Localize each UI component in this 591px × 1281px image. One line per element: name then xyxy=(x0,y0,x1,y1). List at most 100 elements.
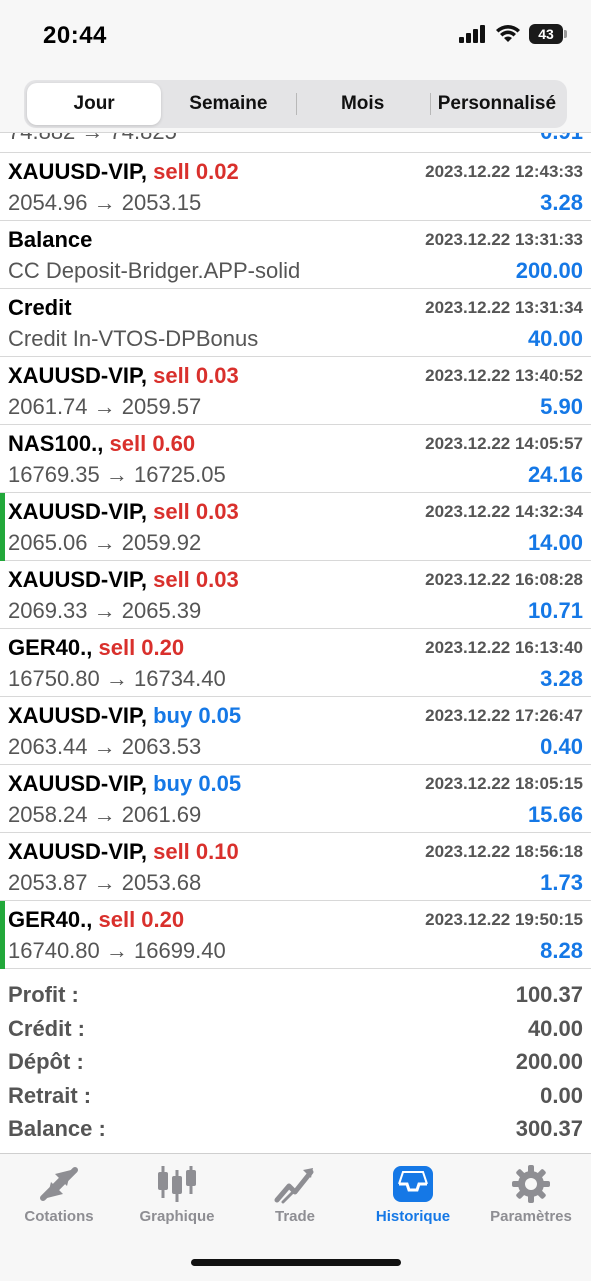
list-item[interactable]: XAUUSD-VIP, sell 0.03 2023.12.22 16:08:28… xyxy=(0,561,591,629)
summary-label: Crédit : xyxy=(8,1015,85,1041)
item-amount: 15.66 xyxy=(527,802,583,827)
item-amount: 5.90 xyxy=(540,394,583,419)
item-desc: 16740.80 → 16699.40 xyxy=(8,938,226,963)
item-desc: 16769.35 → 16725.05 xyxy=(8,462,226,487)
item-desc: 2065.06 → 2059.92 xyxy=(8,530,202,555)
list-item[interactable]: XAUUSD-VIP, buy 0.05 2023.12.22 17:26:47 2… xyxy=(0,697,591,765)
item-amount: 40.00 xyxy=(527,326,583,351)
item-action: buy 0.05 xyxy=(153,703,242,728)
item-title: Credit xyxy=(8,295,72,321)
item-action: sell 0.03 xyxy=(153,363,239,388)
tab-label: Paramètres xyxy=(490,1208,572,1225)
tab-historique[interactable]: Historique xyxy=(354,1164,472,1225)
item-action: sell 0.02 xyxy=(153,159,239,184)
item-desc: 2061.74 → 2059.57 xyxy=(8,394,202,419)
tab-parametres[interactable]: Paramètres xyxy=(472,1164,590,1225)
history-list[interactable]: 74.882 → 74.825 0.91 XAUUSD-VIP, sell 0.… xyxy=(0,133,591,973)
segment-semaine[interactable]: Semaine xyxy=(161,83,295,125)
item-symbol: XAUUSD-VIP, xyxy=(8,839,147,864)
item-date: 2023.12.22 17:26:47 xyxy=(425,706,583,725)
item-title: XAUUSD-VIP, sell 0.02 xyxy=(8,159,239,185)
tab-label: Trade xyxy=(274,1208,316,1225)
item-symbol: GER40., xyxy=(8,635,93,660)
item-action: sell 0.20 xyxy=(98,907,185,932)
item-amount: 3.28 xyxy=(540,666,583,691)
item-symbol: XAUUSD-VIP, xyxy=(8,771,147,796)
item-action: sell 0.03 xyxy=(153,499,239,524)
item-desc: Credit In-VTOS-DPBonus xyxy=(8,326,259,351)
summary-row: Profit : 100.37 xyxy=(0,980,591,1014)
summary-value: 300.37 xyxy=(515,1116,583,1142)
tab-label: Cotations xyxy=(24,1208,94,1225)
item-symbol: XAUUSD-VIP, xyxy=(8,567,147,592)
summary-value: 0.00 xyxy=(540,1082,583,1108)
item-date: 2023.12.22 14:32:34 xyxy=(425,502,583,521)
summary-row: Dépôt : 200.00 xyxy=(0,1047,591,1081)
item-amount: 10.71 xyxy=(527,598,583,623)
history-inbox-icon xyxy=(393,1166,433,1202)
tab-graphique[interactable]: Graphique xyxy=(118,1164,236,1225)
item-title: GER40., sell 0.20 xyxy=(8,635,184,661)
item-title: XAUUSD-VIP, buy 0.05 xyxy=(8,771,241,797)
item-date: 2023.12.22 18:05:15 xyxy=(425,774,583,793)
tab-label: Historique xyxy=(375,1208,451,1225)
list-item[interactable]: Credit 2023.12.22 13:31:34 Credit In-VTOS-… xyxy=(0,289,591,357)
item-symbol: GER40., xyxy=(8,907,93,932)
summary-section: Profit : 100.37 Crédit : 40.00 Dépôt : 200.00… xyxy=(0,980,591,1148)
item-date: 2023.12.22 13:40:52 xyxy=(425,366,583,385)
item-title: NAS100., sell 0.60 xyxy=(8,431,195,457)
item-desc: 2054.96 → 2053.15 xyxy=(8,190,202,215)
list-item[interactable]: XAUUSD-VIP, sell 0.03 2023.12.22 13:40:52… xyxy=(0,357,591,425)
settings-gear-icon xyxy=(512,1165,550,1203)
summary-row: Balance : 300.37 xyxy=(0,1114,591,1148)
summary-row: Retrait : 0.00 xyxy=(0,1081,591,1115)
list-item[interactable]: XAUUSD-VIP, sell 0.02 2023.12.22 12:43:33… xyxy=(0,153,591,221)
summary-label: Retrait : xyxy=(8,1082,92,1108)
list-item[interactable]: GER40., sell 0.20 2023.12.22 16:13:40 1675… xyxy=(0,629,591,697)
list-item[interactable]: XAUUSD-VIP, sell 0.10 2023.12.22 18:56:18… xyxy=(0,833,591,901)
home-indicator xyxy=(191,1259,401,1266)
segment-mois[interactable]: Mois xyxy=(295,83,430,125)
item-date: 2023.12.22 16:08:28 xyxy=(425,570,583,589)
tab-trade[interactable]: Trade xyxy=(236,1164,354,1225)
item-date: 2023.12.22 12:43:33 xyxy=(425,162,583,181)
item-amount: 200.00 xyxy=(515,258,583,283)
list-item[interactable]: Balance 2023.12.22 13:31:33 CC Deposit-Bri… xyxy=(0,221,591,289)
quotes-arrows-icon xyxy=(40,1167,78,1201)
item-symbol: Credit xyxy=(8,295,72,320)
cellular-signal-icon xyxy=(459,25,485,43)
summary-label: Balance : xyxy=(8,1116,106,1142)
tab-cotations[interactable]: Cotations xyxy=(0,1164,118,1225)
item-date: 2023.12.22 14:05:57 xyxy=(425,434,583,453)
segment-jour[interactable]: Jour xyxy=(27,83,162,125)
list-item[interactable]: XAUUSD-VIP, buy 0.05 2023.12.22 18:05:15 2… xyxy=(0,765,591,833)
item-symbol: XAUUSD-VIP, xyxy=(8,499,147,524)
partial-desc: 74.882 → 74.825 xyxy=(8,133,177,145)
item-date: 2023.12.22 18:56:18 xyxy=(425,842,583,861)
item-date: 2023.12.22 13:31:34 xyxy=(425,298,583,317)
tab-label: Graphique xyxy=(139,1208,215,1225)
item-title: XAUUSD-VIP, sell 0.03 xyxy=(8,363,239,389)
item-action: sell 0.10 xyxy=(153,839,239,864)
item-desc: CC Deposit-Bridger.APP-solid xyxy=(8,258,301,283)
item-title: XAUUSD-VIP, sell 0.03 xyxy=(8,499,239,525)
item-action: sell 0.20 xyxy=(98,635,185,660)
list-item-partial[interactable]: 74.882 → 74.825 0.91 xyxy=(0,133,591,153)
list-item[interactable]: XAUUSD-VIP, sell 0.03 2023.12.22 14:32:34… xyxy=(0,493,591,561)
partial-amount: 0.91 xyxy=(540,133,583,145)
item-desc: 2053.87 → 2053.68 xyxy=(8,870,202,895)
item-desc: 2069.33 → 2065.39 xyxy=(8,598,202,623)
item-title: XAUUSD-VIP, sell 0.10 xyxy=(8,839,239,865)
item-amount: 24.16 xyxy=(527,462,583,487)
list-item[interactable]: NAS100., sell 0.60 2023.12.22 14:05:57 167… xyxy=(0,425,591,493)
segment-personnalise[interactable]: Personnalisé xyxy=(429,83,564,125)
list-item[interactable]: GER40., sell 0.20 2023.12.22 19:50:15 1674… xyxy=(0,901,591,969)
item-desc: 2058.24 → 2061.69 xyxy=(8,802,202,827)
item-amount: 14.00 xyxy=(527,530,583,555)
item-date: 2023.12.22 16:13:40 xyxy=(425,638,583,657)
period-selector-bar: Jour Semaine Mois Personnalisé xyxy=(0,70,591,133)
item-symbol: NAS100., xyxy=(8,431,104,456)
summary-label: Dépôt : xyxy=(8,1049,84,1075)
item-amount: 1.73 xyxy=(540,870,583,895)
item-amount: 3.28 xyxy=(540,190,583,215)
